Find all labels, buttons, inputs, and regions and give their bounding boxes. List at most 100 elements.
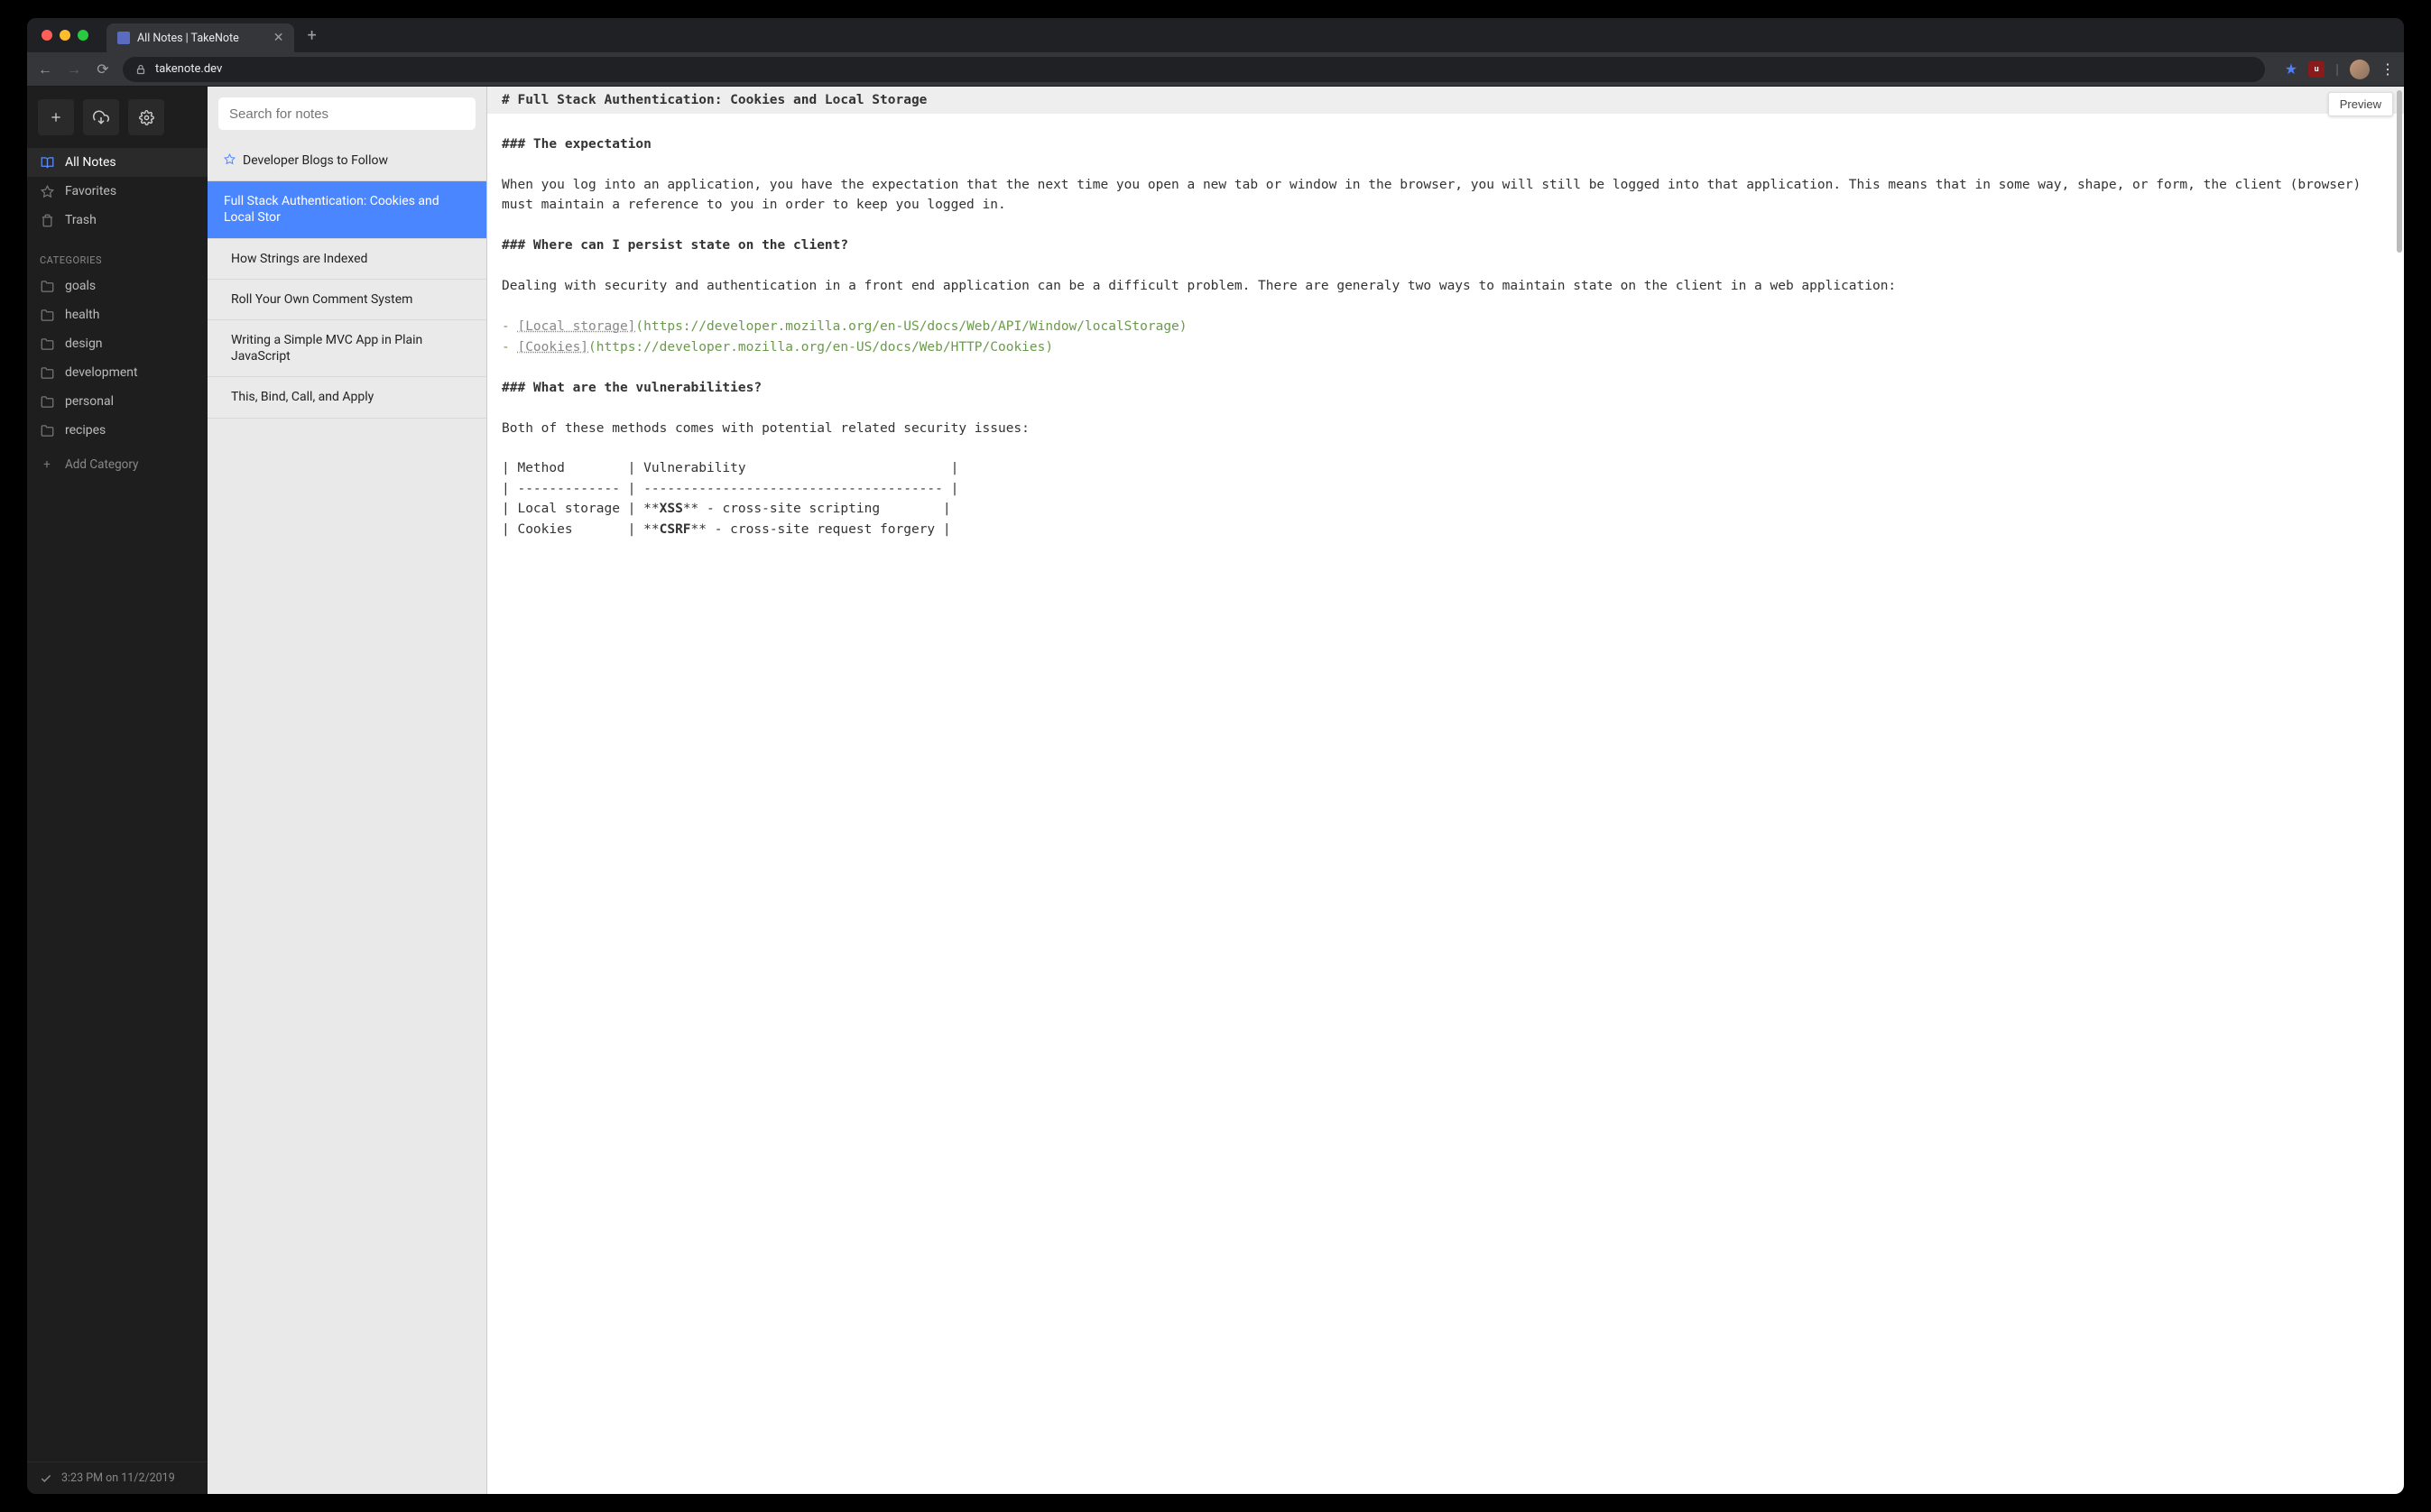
address-bar[interactable]: takenote.dev: [123, 57, 2265, 82]
browser-tab-bar: All Notes | TakeNote ✕ +: [27, 18, 2404, 52]
editor-heading-3: ### Where can I persist state on the cli…: [487, 235, 2404, 255]
category-label: goals: [65, 279, 96, 293]
search-input[interactable]: [218, 97, 476, 130]
preview-button[interactable]: Preview: [2328, 92, 2393, 116]
lock-icon: [135, 64, 146, 75]
editor-blank-line: [487, 256, 2404, 276]
category-recipes[interactable]: recipes: [27, 416, 208, 445]
sidebar-nav-all-notes[interactable]: All Notes: [27, 148, 208, 177]
ublock-extension-icon[interactable]: u: [2308, 61, 2325, 78]
close-window-button[interactable]: [42, 30, 52, 41]
new-tab-button[interactable]: +: [307, 26, 316, 45]
notes-container: Developer Blogs to Follow Full Stack Auth…: [208, 141, 486, 419]
category-personal[interactable]: personal: [27, 387, 208, 416]
nav-label: Trash: [65, 213, 97, 227]
toolbar-extras: ★ u | ⋮: [2285, 60, 2395, 79]
reload-button[interactable]: ⟳: [94, 60, 112, 78]
folder-icon: [40, 366, 54, 380]
editor-blank-line: [487, 438, 2404, 458]
note-title: Writing a Simple MVC App in Plain JavaSc…: [231, 332, 470, 364]
sidebar-nav-trash[interactable]: Trash: [27, 206, 208, 235]
editor-blank-line: [487, 216, 2404, 235]
plus-icon: +: [40, 457, 54, 472]
editor-link-line: - [Local storage](https://developer.mozi…: [487, 317, 2404, 337]
browser-window: All Notes | TakeNote ✕ + ← → ⟳ takenote.…: [27, 18, 2404, 1494]
list-dash: -: [502, 319, 517, 334]
app-sidebar: All Notes Favorites Trash CATEGORIES goals…: [27, 87, 208, 1494]
maximize-window-button[interactable]: [78, 30, 88, 41]
note-item[interactable]: How Strings are Indexed: [208, 239, 486, 280]
editor-heading-3: ### What are the vulnerabilities?: [487, 378, 2404, 398]
star-icon: [40, 185, 54, 198]
back-button[interactable]: ←: [36, 60, 54, 78]
editor-blank-line: [487, 114, 2404, 134]
category-label: recipes: [65, 423, 106, 438]
category-goals[interactable]: goals: [27, 272, 208, 300]
toolbar-separator: |: [2335, 60, 2339, 78]
note-title: Developer Blogs to Follow: [243, 152, 470, 169]
sidebar-actions: [27, 87, 208, 144]
note-item[interactable]: Writing a Simple MVC App in Plain JavaSc…: [208, 320, 486, 377]
link-text: [Cookies]: [517, 340, 588, 355]
editor-panel[interactable]: Preview # Full Stack Authentication: Coo…: [487, 87, 2404, 1494]
editor-table-row: | Local storage | **XSS** - cross-site s…: [487, 499, 2404, 519]
editor-blank-line: [487, 398, 2404, 418]
window-controls: [42, 30, 88, 41]
note-item[interactable]: Full Stack Authentication: Cookies and L…: [208, 181, 486, 238]
folder-icon: [40, 337, 54, 351]
sidebar-nav-favorites[interactable]: Favorites: [27, 177, 208, 206]
editor-heading-1: # Full Stack Authentication: Cookies and…: [487, 87, 2404, 114]
editor-heading-3: ### The expectation: [487, 134, 2404, 154]
category-label: health: [65, 308, 99, 322]
check-icon: [40, 1472, 52, 1485]
editor-paragraph: Both of these methods comes with potenti…: [487, 419, 2404, 438]
link-text: [Local storage]: [517, 319, 635, 334]
tab-title: All Notes | TakeNote: [137, 32, 239, 45]
book-icon: [40, 156, 54, 170]
category-health[interactable]: health: [27, 300, 208, 329]
browser-menu-button[interactable]: ⋮: [2380, 60, 2395, 78]
categories-header: CATEGORIES: [27, 238, 208, 272]
sidebar-nav: All Notes Favorites Trash: [27, 144, 208, 238]
link-url: (https://developer.mozilla.org/en-US/doc…: [635, 319, 1187, 334]
sync-button[interactable]: [83, 99, 119, 135]
folder-icon: [40, 280, 54, 293]
new-note-button[interactable]: [38, 99, 74, 135]
bookmark-star-icon[interactable]: ★: [2285, 60, 2297, 78]
note-title: Full Stack Authentication: Cookies and L…: [224, 193, 470, 226]
nav-label: Favorites: [65, 184, 116, 198]
star-icon: [224, 153, 236, 165]
nav-label: All Notes: [65, 155, 116, 170]
categories-list: goals health design development personal reci…: [27, 272, 208, 445]
add-category-label: Add Category: [65, 457, 138, 472]
category-design[interactable]: design: [27, 329, 208, 358]
settings-button[interactable]: [128, 99, 164, 135]
browser-toolbar: ← → ⟳ takenote.dev ★ u | ⋮: [27, 52, 2404, 87]
category-development[interactable]: development: [27, 358, 208, 387]
editor-paragraph: Dealing with security and authentication…: [487, 276, 2404, 296]
link-url: (https://developer.mozilla.org/en-US/doc…: [588, 340, 1053, 355]
list-dash: -: [502, 340, 517, 355]
profile-avatar[interactable]: [2350, 60, 2370, 79]
notes-list-panel: Developer Blogs to Follow Full Stack Auth…: [208, 87, 487, 1494]
forward-button[interactable]: →: [65, 60, 83, 78]
close-tab-button[interactable]: ✕: [273, 31, 284, 45]
category-label: development: [65, 365, 138, 380]
editor-link-line: - [Cookies](https://developer.mozilla.or…: [487, 337, 2404, 357]
note-item[interactable]: This, Bind, Call, and Apply: [208, 377, 486, 418]
scrollbar-thumb[interactable]: [2397, 90, 2402, 253]
last-sync-time: 3:23 PM on 11/2/2019: [61, 1471, 175, 1485]
note-item[interactable]: Roll Your Own Comment System: [208, 280, 486, 320]
editor-blank-line: [487, 154, 2404, 174]
editor-blank-line: [487, 357, 2404, 377]
search-container: [208, 87, 486, 141]
add-category-button[interactable]: + Add Category: [27, 445, 208, 484]
app-content: All Notes Favorites Trash CATEGORIES goals…: [27, 87, 2404, 1494]
browser-tab[interactable]: All Notes | TakeNote ✕: [106, 23, 294, 52]
note-title: Roll Your Own Comment System: [231, 291, 470, 308]
editor-table-row: | Cookies | **CSRF** - cross-site reques…: [487, 520, 2404, 539]
folder-icon: [40, 424, 54, 438]
minimize-window-button[interactable]: [60, 30, 70, 41]
note-item[interactable]: Developer Blogs to Follow: [208, 141, 486, 181]
editor-content[interactable]: # Full Stack Authentication: Cookies and…: [487, 87, 2404, 539]
